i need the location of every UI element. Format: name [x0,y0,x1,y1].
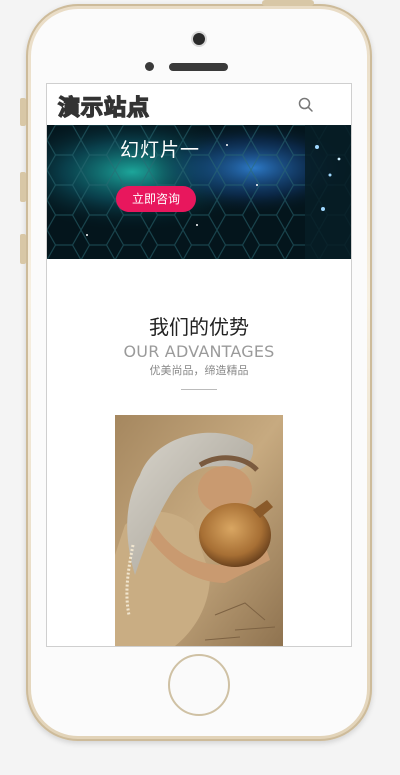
power-button [262,0,314,6]
consult-now-button[interactable]: 立即咨询 [116,186,196,212]
earpiece-speaker [169,63,228,71]
advantages-title: 我们的优势 [149,315,249,339]
home-button [168,654,230,716]
advantages-subtitle: OUR ADVANTAGES [123,342,275,361]
section-divider [181,389,217,390]
volume-up-button [20,172,26,202]
banner-title: 幻灯片一 [120,139,201,161]
advantages-description: 优美尚品，缔造精品 [149,364,249,377]
mute-switch [20,98,26,126]
site-header: 演示站点 [47,84,351,125]
front-camera [193,33,205,45]
proximity-sensor [145,62,154,71]
phone-screen: 演示站点 幻灯片一 立即咨询 我们的优势 OUR ADVANTAGES 优美尚品… [47,84,351,646]
banner-slide[interactable]: 幻灯片一 立即咨询 [47,125,351,259]
advantage-photo[interactable] [115,415,283,646]
woman-with-jar-image [115,415,283,646]
search-icon[interactable] [297,96,315,114]
site-logo[interactable]: 演示站点 [57,90,150,122]
volume-down-button [20,234,26,264]
